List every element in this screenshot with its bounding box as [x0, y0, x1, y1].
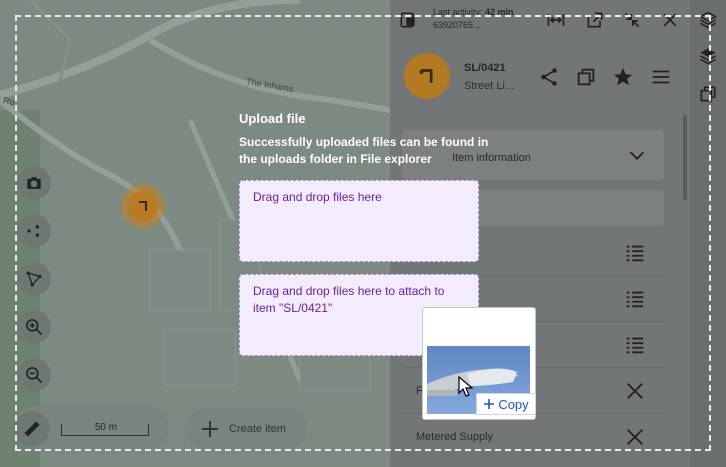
- drop-zone-files-label: Drag and drop files here: [253, 190, 382, 204]
- drop-zone-files[interactable]: Drag and drop files here: [239, 180, 479, 262]
- upload-title: Upload file: [239, 111, 306, 126]
- copy-label: Copy: [498, 396, 529, 412]
- upload-subtitle: Successfully uploaded files can be found…: [239, 135, 489, 166]
- drop-zone-attach-label: Drag and drop files here to attach to it…: [253, 284, 445, 315]
- street-label: Ro: [2, 95, 16, 107]
- cursor-arrow-icon: [458, 376, 474, 397]
- plus-icon: [484, 399, 495, 409]
- copy-drop-badge: Copy: [476, 393, 536, 415]
